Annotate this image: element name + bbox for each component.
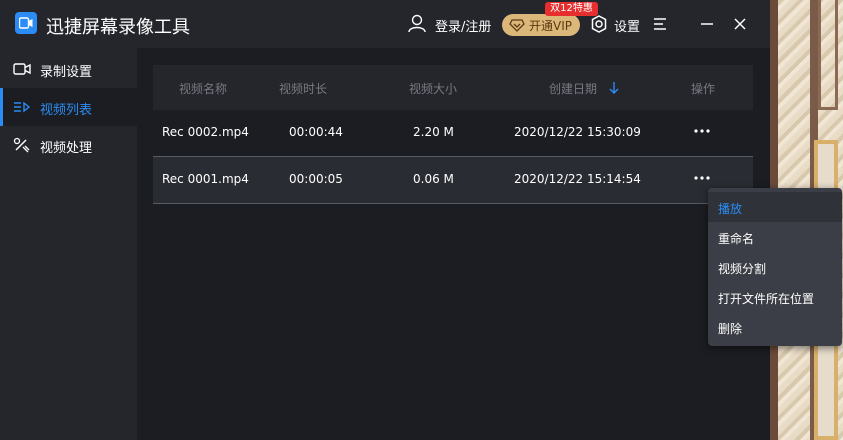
title-bar: 迅捷屏幕录像工具 登录/注册 开通VIP 双12特惠 设置 — [0, 0, 770, 48]
minimize-icon[interactable] — [699, 16, 715, 32]
menu-item-label: 播放 — [718, 202, 743, 216]
sidebar-item-label: 视频处理 — [40, 141, 93, 156]
cell-name: Rec 0002.mp4 — [162, 125, 249, 139]
menu-item-play[interactable]: 播放 — [708, 192, 842, 222]
vip-label: 开通VIP — [529, 19, 572, 33]
cell-duration: 00:00:44 — [289, 125, 343, 139]
sidebar-item-video-list[interactable]: 视频列表 — [0, 88, 137, 126]
camera-icon — [13, 63, 31, 75]
menu-item-label: 重命名 — [718, 232, 755, 246]
menu-item-delete[interactable]: 删除 — [708, 312, 842, 342]
menu-item-label: 打开文件所在位置 — [718, 292, 815, 306]
picture-frame — [818, 0, 838, 110]
user-icon[interactable] — [407, 13, 427, 33]
sidebar-item-label: 录制设置 — [40, 65, 93, 80]
menu-item-rename[interactable]: 重命名 — [708, 222, 842, 252]
cell-date: 2020/12/22 15:14:54 — [514, 172, 641, 186]
table-header: 视频名称 视频时长 视频大小 创建日期 操作 — [153, 65, 753, 110]
menu-item-open-location[interactable]: 打开文件所在位置 — [708, 282, 842, 312]
cell-date: 2020/12/22 15:30:09 — [514, 125, 641, 139]
sidebar-item-record-settings[interactable]: 录制设置 — [0, 50, 137, 88]
close-icon[interactable] — [732, 16, 748, 32]
app-title: 迅捷屏幕录像工具 — [46, 17, 190, 38]
more-options-icon[interactable] — [693, 171, 711, 185]
column-header-size: 视频大小 — [409, 82, 458, 96]
cell-size: 2.20 M — [413, 125, 454, 139]
sidebar-item-label: 视频列表 — [40, 103, 93, 118]
menu-item-label: 视频分割 — [718, 262, 767, 276]
app-logo-icon — [15, 12, 37, 34]
sidebar: 录制设置 视频列表 视频处理 — [0, 48, 137, 440]
column-header-date[interactable]: 创建日期 — [549, 80, 597, 97]
app-window: 迅捷屏幕录像工具 登录/注册 开通VIP 双12特惠 设置 录制设置 视频列表 … — [0, 0, 770, 440]
column-header-actions: 操作 — [691, 82, 716, 96]
table-row[interactable]: Rec 0002.mp4 00:00:44 2.20 M 2020/12/22 … — [153, 110, 753, 157]
table-row[interactable]: Rec 0001.mp4 00:00:05 0.06 M 2020/12/22 … — [153, 157, 753, 204]
diamond-icon — [509, 19, 525, 32]
settings-link[interactable]: 设置 — [614, 16, 640, 35]
more-options-icon[interactable] — [693, 124, 711, 138]
tools-icon — [13, 137, 30, 153]
gear-icon[interactable] — [589, 14, 609, 34]
cell-name: Rec 0001.mp4 — [162, 172, 249, 186]
menu-item-split[interactable]: 视频分割 — [708, 252, 842, 282]
context-menu: 播放 重命名 视频分割 打开文件所在位置 删除 — [708, 188, 842, 346]
sidebar-item-video-processing[interactable]: 视频处理 — [0, 126, 137, 164]
column-header-name: 视频名称 — [179, 82, 228, 96]
cell-size: 0.06 M — [413, 172, 454, 186]
list-icon — [14, 101, 31, 113]
vip-button[interactable]: 开通VIP — [502, 14, 580, 36]
menu-item-label: 删除 — [718, 322, 743, 336]
column-header-duration: 视频时长 — [279, 82, 328, 96]
hamburger-menu-icon[interactable] — [652, 17, 668, 31]
sort-arrow-down-icon[interactable] — [608, 81, 620, 95]
login-register-link[interactable]: 登录/注册 — [435, 16, 491, 35]
cell-duration: 00:00:05 — [289, 172, 343, 186]
